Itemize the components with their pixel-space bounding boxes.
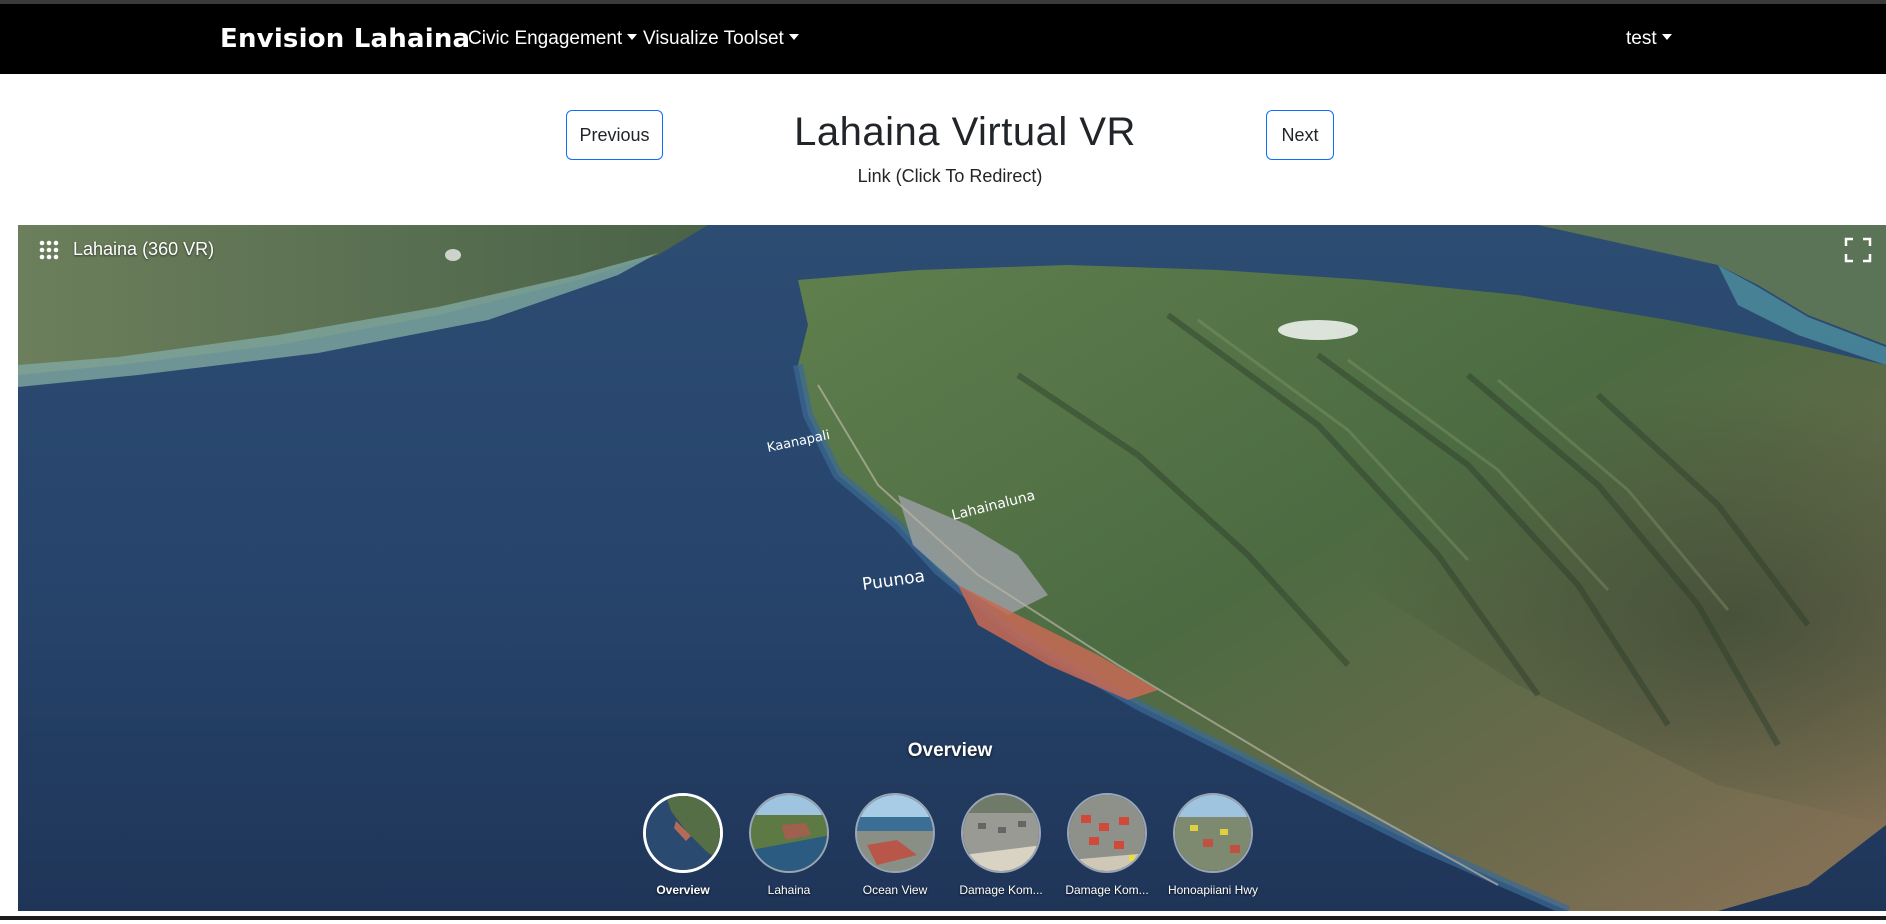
scene-thumb-image — [1067, 793, 1147, 873]
scene-thumb-ocean-view[interactable]: Ocean View — [842, 793, 948, 897]
user-menu-label: test — [1626, 28, 1657, 49]
redirect-link[interactable]: Link (Click To Redirect) — [0, 166, 1886, 187]
scene-thumb-damage-2[interactable]: Damage Kom... — [1054, 793, 1160, 897]
current-scene-label: Overview — [907, 740, 993, 761]
nav-visualize-toolset-label: Visualize Toolset — [643, 28, 784, 49]
scene-thumb-label: Overview — [656, 883, 710, 897]
scene-thumb-label: Damage Kom... — [1065, 883, 1149, 897]
nav-civic-engagement[interactable]: Civic Engagement — [468, 28, 638, 50]
scene-thumb-image — [961, 793, 1041, 873]
scene-thumbnails: Overview Lahaina Ocean View Damage Kom..… — [18, 793, 1886, 903]
scene-thumb-image — [643, 793, 723, 873]
window-bottom-border — [0, 916, 1886, 920]
chevron-down-icon — [788, 33, 799, 40]
user-menu[interactable]: test — [1626, 28, 1672, 50]
scene-thumb-label: Damage Kom... — [959, 883, 1043, 897]
page-title: Lahaina Virtual VR — [794, 110, 1136, 154]
scene-thumb-image — [1173, 793, 1253, 873]
scene-thumb-label: Lahaina — [767, 883, 811, 897]
scene-thumb-label: Honoapiiani Hwy — [1167, 883, 1259, 897]
grid-icon[interactable] — [38, 239, 60, 261]
fullscreen-icon[interactable] — [1844, 237, 1872, 263]
top-navbar: Envision Lahaina Civic Engagement Visual… — [0, 4, 1886, 74]
scene-thumb-image — [855, 793, 935, 873]
scene-thumb-image — [749, 793, 829, 873]
scene-thumb-label: Ocean View — [862, 883, 928, 897]
chevron-down-icon — [1661, 33, 1672, 40]
scene-thumb-overview[interactable]: Overview — [630, 793, 736, 897]
brand-logo[interactable]: Envision Lahaina — [220, 24, 470, 54]
scene-thumb-damage-1[interactable]: Damage Kom... — [948, 793, 1054, 897]
nav-visualize-toolset[interactable]: Visualize Toolset — [643, 28, 799, 50]
next-button[interactable]: Next — [1266, 110, 1334, 160]
scene-thumb-honoapiiani-hwy[interactable]: Honoapiiani Hwy — [1160, 793, 1266, 897]
page-header: Previous Lahaina Virtual VR Next Link (C… — [0, 74, 1886, 224]
chevron-down-icon — [627, 33, 638, 40]
nav-civic-engagement-label: Civic Engagement — [468, 28, 623, 49]
vr-viewer[interactable]: Kaanapali Lahainaluna Puunoa Lahaina (36… — [18, 225, 1886, 911]
viewer-title: Lahaina (360 VR) — [73, 239, 215, 259]
scene-thumb-lahaina[interactable]: Lahaina — [736, 793, 842, 897]
